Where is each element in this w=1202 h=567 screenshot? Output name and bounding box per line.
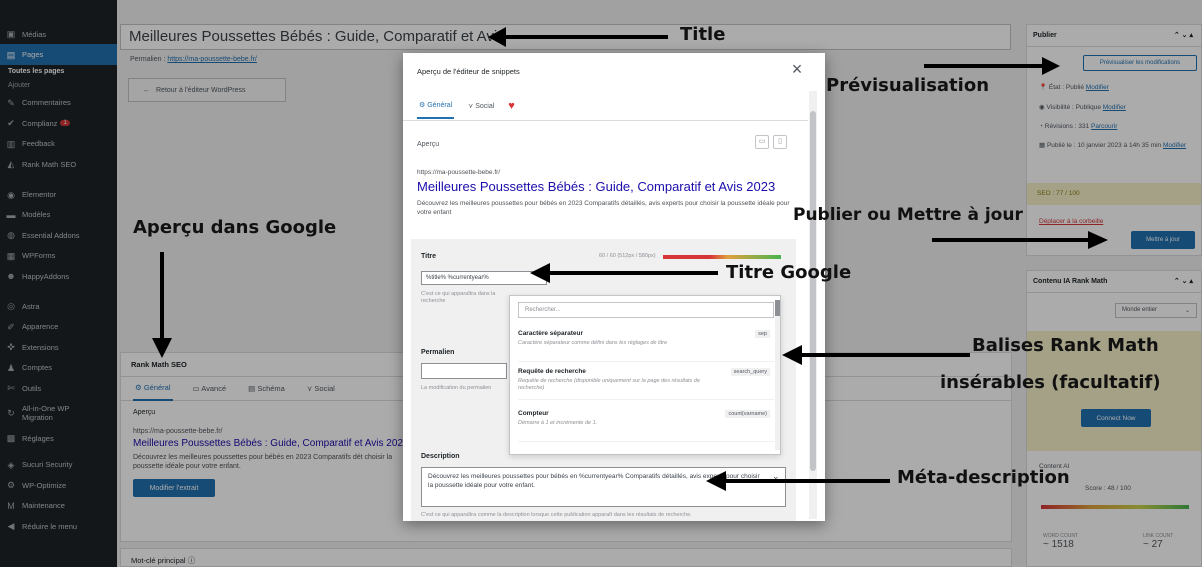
annotation-meta-description: Méta-description — [897, 467, 1070, 488]
google-preview-url: https://ma-poussette-bebe.fr/ — [417, 169, 501, 176]
title-length-counter: 60 / 60 (512px / 580px) — [599, 253, 656, 259]
variables-search-input[interactable]: Rechercher... — [518, 302, 774, 318]
mobile-preview-icon[interactable]: ▯ — [773, 135, 787, 149]
tab-social[interactable]: ⋎ Social — [468, 102, 494, 110]
permalink-field-label: Permalien — [421, 349, 455, 356]
arrow-right-icon — [924, 57, 1060, 75]
google-preview-title: Meilleures Poussettes Bébés : Guide, Com… — [417, 179, 776, 194]
annotation-title: Title — [680, 24, 726, 45]
arrow-left-icon — [530, 263, 718, 283]
annotation-tags-line2: insérables (facultatif) — [940, 372, 1161, 393]
annotation-google-title: Titre Google — [726, 262, 852, 283]
variable-item[interactable]: Caractère séparateur sep Caractère séparat… — [518, 326, 774, 362]
arrow-left-icon — [488, 27, 668, 47]
heart-icon[interactable]: ♥ — [508, 100, 515, 112]
modal-scrollbar[interactable] — [809, 91, 817, 519]
variable-item[interactable]: Requête de recherche search_query Requête … — [518, 364, 774, 400]
variables-dropdown: Rechercher... Caractère séparateur sep Car… — [509, 295, 781, 455]
description-field-label: Description — [421, 453, 460, 460]
title-help-text: C'est ce qui apparaîtra dans la recherch… — [421, 291, 496, 304]
seo-title-input[interactable]: %title% %currentyear% — [421, 271, 547, 285]
close-icon[interactable]: × — [787, 59, 807, 80]
snippet-editor-modal: Aperçu de l'éditeur de snippets × ⚙ Géné… — [403, 53, 825, 521]
gear-icon: ⚙ — [419, 101, 428, 109]
description-help-text: C'est ce qui apparaîtra comme la descrip… — [421, 512, 692, 518]
google-preview-description: Découvrez les meilleures poussettes pour… — [417, 200, 790, 216]
variable-item[interactable]: Compteur count(varname) Démarre à 1 et inc… — [518, 406, 774, 442]
annotation-tags-line1: Balises Rank Math — [972, 335, 1159, 356]
annotation-google-preview: Aperçu dans Google — [133, 217, 337, 238]
tab-general[interactable]: ⚙ Général — [417, 93, 455, 119]
arrow-left-icon — [706, 471, 890, 491]
permalink-help-text: La modification du permalien — [421, 385, 492, 391]
title-length-bar — [663, 255, 781, 259]
arrow-left-icon — [782, 345, 970, 365]
arrow-right-icon — [932, 231, 1108, 249]
modal-title: Aperçu de l'éditeur de snippets — [417, 67, 520, 76]
preview-label: Aperçu — [417, 141, 440, 148]
arrow-down-icon — [152, 252, 172, 358]
annotation-preview: Prévisualisation — [826, 75, 990, 96]
desktop-preview-icon[interactable]: ▭ — [755, 135, 769, 149]
dropdown-scrollbar[interactable] — [775, 300, 780, 450]
scrollbar-thumb[interactable] — [810, 111, 816, 471]
title-field-label: Titre — [421, 253, 437, 260]
permalink-input[interactable] — [421, 363, 507, 379]
modal-tabs: ⚙ Général ⋎ Social ♥ — [403, 91, 808, 121]
scrollbar-thumb[interactable] — [775, 300, 780, 316]
annotation-publish: Publier ou Mettre à jour — [793, 205, 1023, 225]
